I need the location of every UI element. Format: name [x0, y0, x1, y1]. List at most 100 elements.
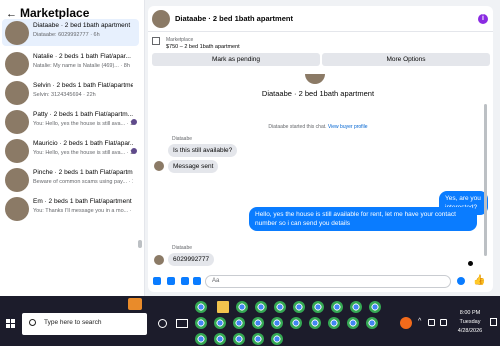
conversation-sidebar: ← Marketplace Diataabe · 2 bed 1bath apa…: [0, 0, 145, 296]
clock-date: 4/28/2026: [457, 328, 483, 334]
gif-icon[interactable]: [193, 277, 201, 285]
chrome-icon[interactable]: [214, 317, 226, 329]
emoji-icon[interactable]: [457, 277, 465, 285]
sender-name: Diataabe: [172, 136, 193, 142]
chrome-icon[interactable]: [350, 301, 362, 313]
chrome-icon[interactable]: [309, 317, 321, 329]
conversation-item[interactable]: Pinche · 2 beds 1 bath Flat/apartm... Be…: [2, 166, 139, 193]
network-icon[interactable]: [428, 319, 435, 326]
conversation-preview: You: Hello, yes the house is still ava..…: [33, 121, 133, 127]
avatar: [5, 168, 29, 192]
app-icon[interactable]: [400, 317, 412, 329]
conversation-preview: You: Hello, yes the house is still ava..…: [33, 150, 133, 156]
chrome-icon[interactable]: [255, 301, 267, 313]
chrome-icon[interactable]: [369, 301, 381, 313]
conversation-item[interactable]: Patty · 2 beds 1 bath Flat/apartm... You…: [2, 108, 139, 135]
chrome-icon[interactable]: [195, 317, 207, 329]
cortana-icon[interactable]: [158, 319, 167, 328]
incoming-message[interactable]: Message sent: [168, 160, 219, 173]
show-hidden-icons-icon[interactable]: ^: [418, 318, 421, 325]
mark-as-pending-button[interactable]: Mark as pending: [152, 53, 320, 66]
chrome-icon[interactable]: [252, 317, 264, 329]
avatar: [5, 110, 29, 134]
chrome-icon[interactable]: [271, 333, 283, 345]
chrome-icon[interactable]: [331, 301, 343, 313]
avatar: [5, 52, 29, 76]
conversation-name: Em · 2 beds 1 bath Flat/apartment: [33, 198, 132, 205]
incoming-message[interactable]: 6029992777: [168, 253, 215, 266]
conversation-item[interactable]: Diataabe · 2 bed 1bath apartment Diataab…: [2, 19, 139, 46]
chrome-icon[interactable]: [195, 301, 207, 313]
info-icon[interactable]: i: [478, 14, 488, 24]
chrome-icon[interactable]: [233, 317, 245, 329]
conversation-item[interactable]: Natalie · 2 beds 1 bath Flat/apar... Nat…: [2, 50, 139, 77]
like-icon[interactable]: 👍: [473, 275, 485, 286]
view-buyer-profile-link[interactable]: View buyer profile: [328, 124, 368, 130]
conversation-name: Diataabe · 2 bed 1bath apartment: [33, 22, 131, 29]
conversation-preview: Selvin: 3124345694 · 22h: [33, 92, 96, 98]
conversation-item[interactable]: Selvin · 2 beds 1 bath Flat/apartme... S…: [2, 79, 139, 106]
messenger-app: ← Marketplace Diataabe · 2 bed 1bath apa…: [0, 0, 500, 296]
conversation-preview: You: Thanks I'll message you in a mo... …: [33, 208, 133, 214]
thread-title: Diataabe · 2 bed 1bath apartment: [261, 89, 375, 98]
chat-title[interactable]: Diataabe · 2 bed 1bath apartment: [175, 14, 293, 23]
chrome-icon[interactable]: [328, 317, 340, 329]
taskbar-search-box[interactable]: Type here to search: [22, 313, 147, 335]
search-placeholder: Type here to search: [44, 319, 102, 326]
conversation-name: Pinche · 2 beds 1 bath Flat/apartm...: [33, 169, 133, 176]
notification-icon[interactable]: [490, 318, 497, 326]
volume-icon[interactable]: [440, 319, 447, 326]
read-receipt-avatar: [131, 119, 137, 125]
chrome-icon[interactable]: [252, 333, 264, 345]
gift-icon[interactable]: [128, 298, 142, 310]
chrome-icon[interactable]: [195, 333, 207, 345]
seen-indicator: [468, 261, 473, 266]
message-input[interactable]: Aa: [205, 275, 451, 288]
search-icon: [29, 319, 36, 326]
chrome-icon[interactable]: [271, 317, 283, 329]
incoming-message[interactable]: Is this still available?: [168, 144, 238, 157]
chrome-icon[interactable]: [347, 317, 359, 329]
avatar: [5, 21, 29, 45]
clock-time: 8:00 PM: [459, 310, 481, 316]
chrome-icon[interactable]: [366, 317, 378, 329]
windows-taskbar: Type here to search ^ 8:00 PM Tuesday 4/…: [0, 296, 500, 346]
microphone-icon[interactable]: [153, 277, 161, 285]
chrome-icon[interactable]: [274, 301, 286, 313]
chrome-icon[interactable]: [214, 333, 226, 345]
avatar: [5, 197, 29, 221]
avatar[interactable]: [152, 10, 170, 28]
folder-icon[interactable]: [217, 301, 229, 313]
message-composer: Aa 👍: [148, 272, 493, 292]
windows-start-icon[interactable]: [6, 319, 16, 329]
chrome-icon[interactable]: [293, 301, 305, 313]
message-thread: Diataabe · 2 bed 1bath apartment Diataab…: [148, 74, 488, 270]
system-message: Diataabe started this chat. View buyer p…: [148, 124, 488, 130]
outgoing-message[interactable]: Hello, yes the house is still available …: [249, 207, 477, 231]
marketplace-label: Marketplace: [166, 37, 194, 43]
task-view-icon[interactable]: [176, 319, 188, 328]
listing-thumbnail-icon[interactable]: [152, 37, 160, 45]
chrome-icon[interactable]: [312, 301, 324, 313]
conversation-item[interactable]: Mauricio · 2 beds 1 bath Flat/apar... Yo…: [2, 137, 139, 164]
avatar: [5, 81, 29, 105]
conversation-preview: Beware of common scams using pay... · 1w: [33, 179, 133, 185]
chrome-icon[interactable]: [236, 301, 248, 313]
conversation-name: Patty · 2 beds 1 bath Flat/apartm...: [33, 111, 133, 118]
chrome-icon[interactable]: [233, 333, 245, 345]
conversation-name: Mauricio · 2 beds 1 bath Flat/apar...: [33, 140, 133, 147]
thread-scrollbar[interactable]: [484, 104, 487, 256]
system-message-text: Diataabe started this chat.: [268, 124, 327, 130]
more-options-button[interactable]: More Options: [322, 53, 490, 66]
sidebar-title: Marketplace: [20, 6, 90, 20]
photo-icon[interactable]: [167, 277, 175, 285]
listing-banner: Marketplace $750 – 2 bed 1bath apartment…: [148, 33, 493, 73]
sticker-icon[interactable]: [181, 277, 189, 285]
system-clock[interactable]: 8:00 PM Tuesday 4/28/2026: [455, 309, 485, 336]
conversation-item[interactable]: Em · 2 beds 1 bath Flat/apartment You: T…: [2, 195, 139, 222]
listing-price[interactable]: $750 – 2 bed 1bath apartment: [166, 44, 240, 50]
chrome-icon[interactable]: [290, 317, 302, 329]
sidebar-scrollbar[interactable]: [138, 240, 142, 248]
avatar: [154, 161, 164, 171]
sender-name: Diataabe: [172, 245, 193, 251]
